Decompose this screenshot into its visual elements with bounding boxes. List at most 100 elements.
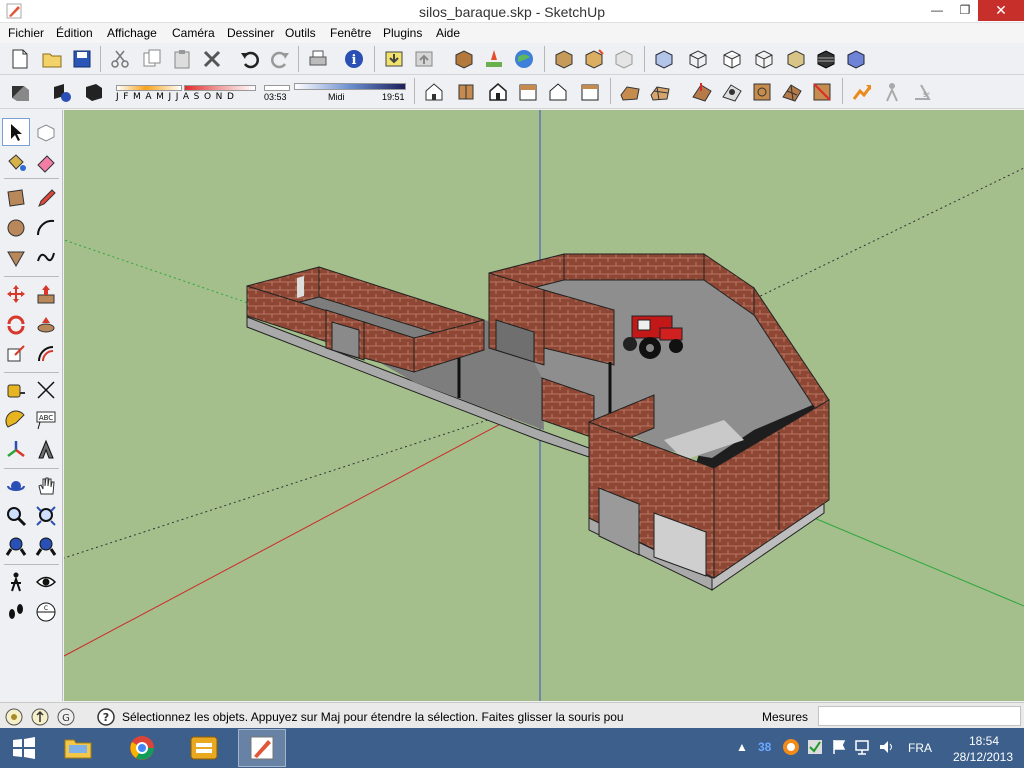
- sandbox-scratch-button[interactable]: [646, 78, 674, 106]
- credits-icon[interactable]: [30, 707, 50, 727]
- display-shadows-button[interactable]: [80, 78, 108, 106]
- network-icon[interactable]: [854, 738, 872, 756]
- paste-button[interactable]: [168, 45, 196, 73]
- line-tool-button[interactable]: [32, 184, 60, 212]
- follow-me-button[interactable]: [32, 310, 60, 338]
- sandbox-drape-button[interactable]: [748, 78, 776, 106]
- redo-button[interactable]: [266, 45, 294, 73]
- measurements-input[interactable]: [818, 706, 1021, 726]
- style-wireframe-button[interactable]: [684, 45, 712, 73]
- print-button[interactable]: [304, 45, 332, 73]
- view-left-button[interactable]: [576, 78, 604, 106]
- share-model-button[interactable]: [410, 45, 438, 73]
- view-top-button[interactable]: [452, 78, 480, 106]
- 3d-viewport[interactable]: [64, 110, 1024, 701]
- position-camera-tool-button[interactable]: [2, 568, 30, 596]
- month-slider[interactable]: JFMAMJJASOND: [116, 78, 258, 106]
- component-attributes-button[interactable]: [610, 45, 638, 73]
- zoom-window-button[interactable]: [32, 502, 60, 530]
- shadow-settings-button[interactable]: [48, 78, 76, 106]
- new-file-button[interactable]: [6, 45, 34, 73]
- scale-tool-button[interactable]: [2, 340, 30, 368]
- zoom-extents-button[interactable]: [2, 532, 30, 560]
- model-info-button[interactable]: i: [340, 45, 368, 73]
- rotate-tool-button[interactable]: [2, 310, 30, 338]
- taskbar-app[interactable]: [180, 729, 228, 767]
- style-shaded-button[interactable]: [750, 45, 778, 73]
- menu-plugins[interactable]: Plugins: [383, 26, 422, 40]
- section-plane-button[interactable]: 5°: [908, 78, 936, 106]
- share-component-button[interactable]: [450, 45, 478, 73]
- axes-tool-button[interactable]: [2, 436, 30, 464]
- polygon-tool-button[interactable]: [2, 244, 30, 272]
- look-around-button[interactable]: [878, 78, 906, 106]
- get-models-button[interactable]: [380, 45, 408, 73]
- cut-button[interactable]: [106, 45, 134, 73]
- view-back-button[interactable]: [544, 78, 572, 106]
- text-tool-button[interactable]: ABC: [32, 406, 60, 434]
- make-component-button[interactable]: [550, 45, 578, 73]
- input-language[interactable]: FRA: [908, 741, 932, 755]
- menu-aide[interactable]: Aide: [436, 26, 460, 40]
- style-hidden-line-button[interactable]: [718, 45, 746, 73]
- view-front-button[interactable]: [484, 78, 512, 106]
- tray-security-icon[interactable]: [806, 738, 824, 756]
- sandbox-flip-edge-button[interactable]: [808, 78, 836, 106]
- previous-view-button[interactable]: [32, 532, 60, 560]
- clock-time[interactable]: 18:54: [958, 734, 1010, 748]
- tape-measure-button[interactable]: [2, 376, 30, 404]
- hour-slider[interactable]: 03:53 Midi 19:51: [264, 78, 410, 106]
- menu-edition[interactable]: Édition: [56, 26, 93, 40]
- maximize-button[interactable]: ❐: [950, 0, 980, 21]
- tray-badge[interactable]: 38: [758, 740, 771, 754]
- add-location-button[interactable]: [480, 45, 508, 73]
- save-button[interactable]: [68, 45, 96, 73]
- zoom-tool-button[interactable]: [2, 502, 30, 530]
- pan-tool-button[interactable]: [32, 472, 60, 500]
- dimension-tool-button[interactable]: [32, 376, 60, 404]
- sandbox-contours-button[interactable]: [616, 78, 644, 106]
- select-tool-button[interactable]: [2, 118, 30, 146]
- look-around-tool-button[interactable]: [32, 568, 60, 596]
- circle-tool-button[interactable]: [2, 214, 30, 242]
- rectangle-tool-button[interactable]: [2, 184, 30, 212]
- tray-avast-icon[interactable]: [782, 738, 800, 756]
- shadow-toggle-button[interactable]: [6, 78, 34, 106]
- arc-tool-button[interactable]: [32, 214, 60, 242]
- menu-dessiner[interactable]: Dessiner: [227, 26, 274, 40]
- 3d-text-button[interactable]: [32, 436, 60, 464]
- menu-camera[interactable]: Caméra: [172, 26, 215, 40]
- sandbox-add-detail-button[interactable]: [778, 78, 806, 106]
- walk-tool-button[interactable]: [2, 598, 30, 626]
- copy-button[interactable]: [138, 45, 166, 73]
- freehand-tool-button[interactable]: [32, 244, 60, 272]
- dynamic-component-button[interactable]: [580, 45, 608, 73]
- clock-date[interactable]: 28/12/2013: [948, 750, 1018, 764]
- open-file-button[interactable]: [38, 45, 66, 73]
- action-center-flag-icon[interactable]: [830, 738, 848, 756]
- sign-in-icon[interactable]: G: [56, 707, 76, 727]
- paint-bucket-button[interactable]: [2, 148, 30, 176]
- style-xray-button[interactable]: [650, 45, 678, 73]
- menu-fichier[interactable]: Fichier: [8, 26, 44, 40]
- erase-button[interactable]: [198, 45, 226, 73]
- push-pull-button[interactable]: [32, 280, 60, 308]
- menu-fenetre[interactable]: Fenêtre: [330, 26, 371, 40]
- style-monochrome-button[interactable]: [812, 45, 840, 73]
- move-tool-button[interactable]: [2, 280, 30, 308]
- view-right-button[interactable]: [514, 78, 542, 106]
- style-textured-button[interactable]: [782, 45, 810, 73]
- protractor-button[interactable]: [2, 406, 30, 434]
- taskbar-file-explorer[interactable]: [54, 729, 102, 767]
- menu-outils[interactable]: Outils: [285, 26, 316, 40]
- position-camera-button[interactable]: [848, 78, 876, 106]
- taskbar-sketchup[interactable]: [238, 729, 286, 767]
- view-iso-button[interactable]: [420, 78, 448, 106]
- geolocation-icon[interactable]: [4, 707, 24, 727]
- orbit-tool-button[interactable]: [2, 472, 30, 500]
- volume-icon[interactable]: [878, 738, 896, 756]
- eraser-button[interactable]: [32, 148, 60, 176]
- help-icon[interactable]: ?: [96, 707, 116, 727]
- close-button[interactable]: ✕: [978, 0, 1024, 21]
- sandbox-smoove-button[interactable]: [688, 78, 716, 106]
